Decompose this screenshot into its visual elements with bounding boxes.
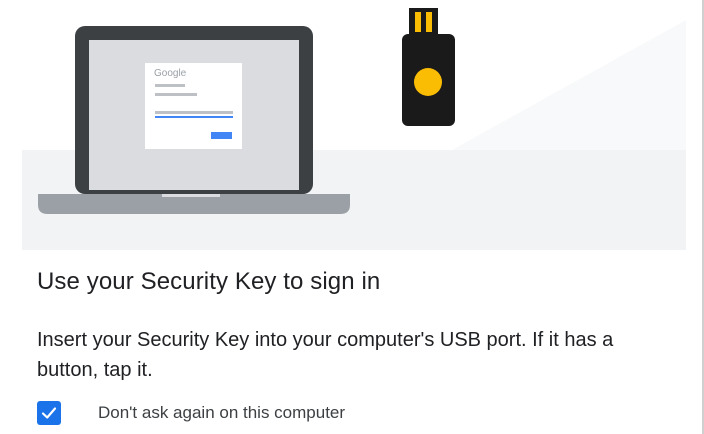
key-connector [409, 8, 438, 38]
screen-field-underline [155, 116, 233, 118]
remember-checkbox[interactable] [37, 401, 61, 425]
key-contact-left [415, 12, 421, 32]
laptop-icon: Google [38, 26, 350, 214]
instructions-text: Insert your Security Key into your compu… [37, 329, 614, 381]
security-key-illustration: Google [22, 0, 686, 250]
check-icon [41, 407, 57, 419]
security-key-page: Google Use your Security Key to sign in [0, 0, 704, 434]
key-contact-right [426, 12, 432, 32]
remember-checkbox-row[interactable]: Don't ask again on this computer [37, 398, 345, 428]
page-title: Use your Security Key to sign in [37, 268, 381, 295]
illustration-svg: Google [22, 0, 686, 250]
screen-line-1 [155, 84, 185, 87]
screen-field-line [155, 111, 233, 114]
screen-next-button [211, 132, 232, 139]
key-touch-button [414, 68, 442, 96]
remember-checkbox-label[interactable]: Don't ask again on this computer [98, 403, 345, 423]
screen-logo-text: Google [154, 68, 187, 79]
screen-line-2 [155, 93, 197, 96]
laptop-notch [162, 194, 220, 197]
